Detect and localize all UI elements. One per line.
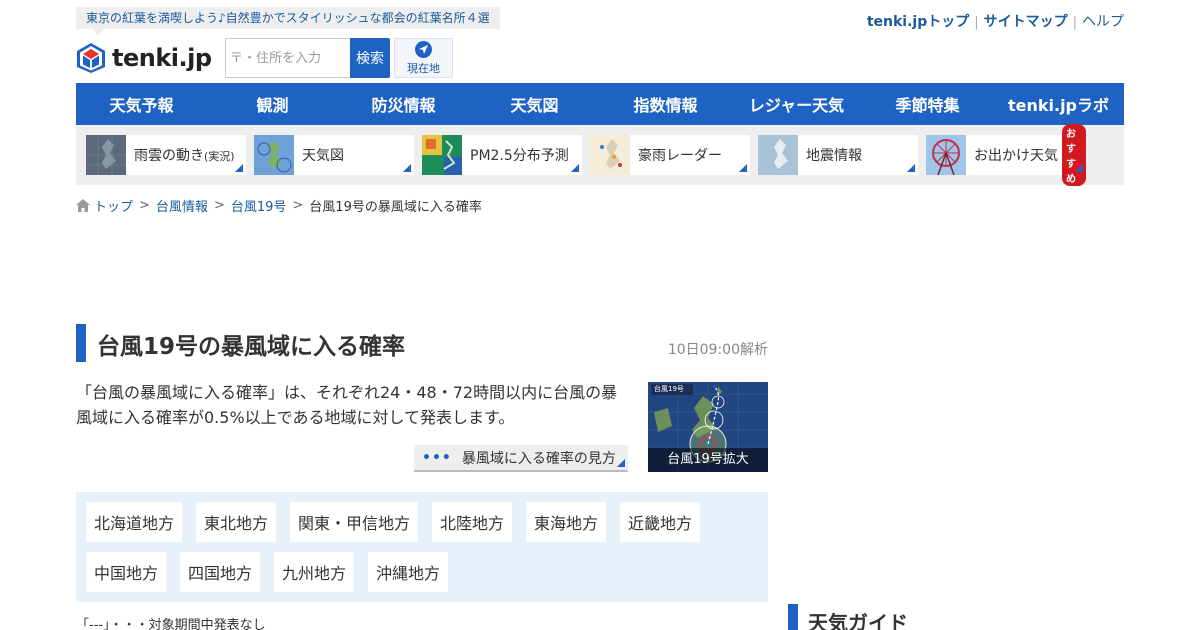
typhoon-map-thumbnail[interactable]: 台風19号 台風19号拡大 [648, 382, 768, 472]
recommended-badge: おすすめ [1062, 124, 1086, 186]
tile-label: お出かけ天気 [974, 148, 1058, 164]
page-title: 台風19号の暴風域に入る確率 [97, 334, 406, 360]
current-location-label: 現在地 [407, 61, 440, 75]
tile-label: PM2.5分布予測 [470, 148, 569, 164]
region-chugoku[interactable]: 中国地方 [86, 552, 166, 592]
region-tokai[interactable]: 東海地方 [526, 502, 606, 542]
quick-links-bar: 雨雲の動き(実況) 天気図 PM2.5分布予測 豪雨レーダー 地震情報 お出かけ… [76, 124, 1124, 186]
region-kanto-koshin[interactable]: 関東・甲信地方 [290, 502, 418, 542]
tile-label: 地震情報 [806, 148, 862, 164]
location-arrow-icon [415, 40, 432, 58]
promo-banner[interactable]: 東京の紅葉を満喫しよう♪自然豊かでスタイリッシュな都会の紅葉名所４選 [76, 7, 500, 36]
tile-weather-map[interactable]: 天気図 [254, 135, 414, 175]
earthquake-thumbnail [758, 135, 798, 175]
current-location-button[interactable]: 現在地 [394, 38, 453, 78]
site-logo[interactable]: tenki.jp [76, 42, 212, 74]
sidebar-heading-text: 天気ガイド [808, 611, 908, 630]
tile-rain-cloud[interactable]: 雨雲の動き(実況) [86, 135, 246, 175]
breadcrumb-current: 台風19号の暴風域に入る確率 [309, 200, 482, 215]
nav-forecast[interactable]: 天気予報 [76, 83, 207, 125]
tile-label: 豪雨レーダー [638, 148, 722, 164]
tile-heavy-rain-radar[interactable]: 豪雨レーダー [590, 135, 750, 175]
more-dots-icon: ••• [422, 449, 452, 466]
nav-index-info[interactable]: 指数情報 [600, 83, 731, 125]
region-shikoku[interactable]: 四国地方 [180, 552, 260, 592]
region-hokuriku[interactable]: 北陸地方 [432, 502, 512, 542]
page-heading: 台風19号の暴風域に入る確率 10日09:00解析 [76, 324, 768, 362]
howto-button[interactable]: ••• 暴風域に入る確率の見方 [414, 445, 628, 472]
corner-arrow-icon [739, 164, 747, 172]
page-description: 「台風の暴風域に入る確率」は、それぞれ24・48・72時間以内に台風の暴風域に入… [76, 383, 618, 427]
corner-arrow-icon [907, 164, 915, 172]
breadcrumb-typhoon-19[interactable]: 台風19号 [231, 196, 287, 215]
corner-arrow-icon [1075, 164, 1083, 172]
tile-earthquake[interactable]: 地震情報 [758, 135, 918, 175]
region-kyushu[interactable]: 九州地方 [274, 552, 354, 592]
home-icon [76, 199, 90, 212]
top-link-sitemap[interactable]: サイトマップ [984, 14, 1068, 30]
top-links: tenki.jpトップ | サイトマップ | ヘルプ [867, 11, 1124, 31]
nav-disaster-info[interactable]: 防災情報 [338, 83, 469, 125]
breadcrumb-separator: > [292, 198, 304, 213]
link-separator: | [974, 15, 979, 30]
search-button[interactable]: 検索 [350, 38, 390, 78]
logo-text: tenki.jp [112, 44, 212, 72]
region-kinki[interactable]: 近畿地方 [620, 502, 700, 542]
nav-leisure-weather[interactable]: レジャー天気 [731, 83, 862, 125]
rain-cloud-thumbnail [86, 135, 126, 175]
top-link-home[interactable]: tenki.jpトップ [867, 14, 969, 30]
breadcrumb-separator: > [139, 198, 150, 213]
heading-accent-bar [788, 604, 798, 630]
breadcrumb-typhoon-info[interactable]: 台風情報 [156, 196, 208, 215]
corner-arrow-icon [571, 164, 579, 172]
main-navigation: 天気予報 観測 防災情報 天気図 指数情報 レジャー天気 季節特集 tenki.… [76, 83, 1124, 125]
search-form: 検索 [225, 38, 390, 78]
tile-outing-weather[interactable]: お出かけ天気 おすすめ [926, 124, 1086, 186]
breadcrumb-top[interactable]: トップ [94, 196, 133, 215]
breadcrumb-separator: > [213, 198, 225, 213]
legend-note: 「---」・・・対象期間中発表なし [76, 618, 266, 630]
address-search-input[interactable] [225, 38, 350, 78]
nav-lab[interactable]: tenki.jpラボ [993, 83, 1124, 125]
corner-arrow-icon [235, 164, 243, 172]
pm25-thumbnail [422, 135, 462, 175]
nav-seasonal[interactable]: 季節特集 [862, 83, 993, 125]
map-caption: 台風19号拡大 [648, 448, 768, 472]
region-selector: 北海道地方 東北地方 関東・甲信地方 北陸地方 東海地方 近畿地方 中国地方 四… [76, 492, 768, 602]
howto-label: 暴風域に入る確率の見方 [461, 450, 616, 467]
top-link-help[interactable]: ヘルプ [1082, 14, 1124, 30]
region-hokkaido[interactable]: 北海道地方 [86, 502, 182, 542]
tile-label: 天気図 [302, 148, 344, 164]
corner-arrow-icon [617, 459, 625, 467]
link-separator: | [1072, 15, 1077, 30]
breadcrumb: トップ > 台風情報 > 台風19号 > 台風19号の暴風域に入る確率 [76, 196, 482, 215]
region-tohoku[interactable]: 東北地方 [196, 502, 276, 542]
analysis-time: 10日09:00解析 [667, 342, 768, 358]
ferris-wheel-thumbnail [926, 135, 966, 175]
tile-pm25[interactable]: PM2.5分布予測 [422, 135, 582, 175]
nav-weather-map[interactable]: 天気図 [469, 83, 600, 125]
heading-accent-bar [76, 324, 86, 362]
nav-observation[interactable]: 観測 [207, 83, 338, 125]
corner-arrow-icon [403, 164, 411, 172]
rain-radar-thumbnail [590, 135, 630, 175]
weather-map-thumbnail [254, 135, 294, 175]
tile-label: 雨雲の動き(実況) [134, 148, 235, 164]
logo-icon [77, 43, 105, 73]
map-inner-label: 台風19号 [654, 385, 684, 393]
region-okinawa[interactable]: 沖縄地方 [368, 552, 448, 592]
